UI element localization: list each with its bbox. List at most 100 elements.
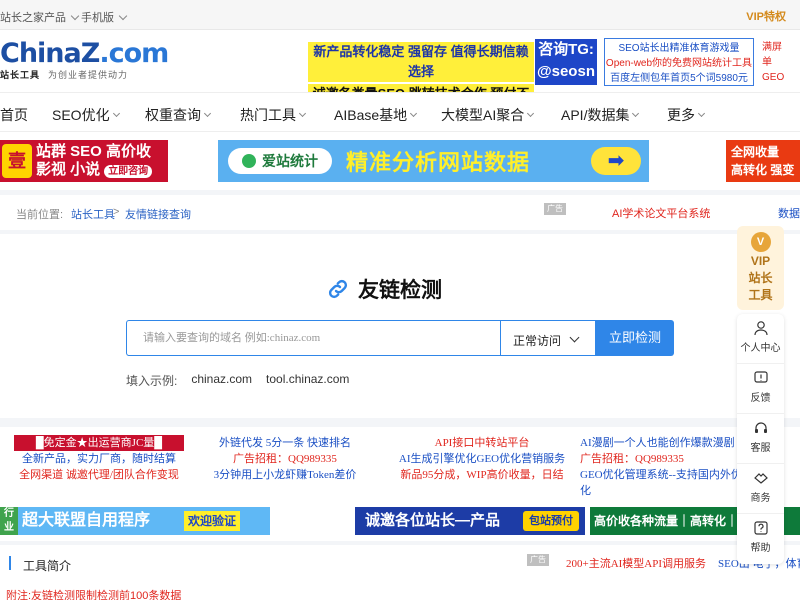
ai-paper-ad-link[interactable]: AI学术论文平台系统 <box>612 205 710 221</box>
feedback-button[interactable]: 反馈 <box>737 364 784 414</box>
help-icon <box>753 521 768 535</box>
site-logo[interactable]: ChinaZ.com <box>0 38 169 69</box>
chevron-down-icon <box>697 109 706 117</box>
ad-link[interactable]: 广告招租：QQ989335 <box>580 451 750 467</box>
tool-note: 附注:友链检测限制检测前100条数据 <box>6 590 182 600</box>
tg-contact-ad[interactable]: 咨询TG: @seosn <box>535 39 597 85</box>
access-mode-value: 正常访问 <box>513 334 562 348</box>
handshake-icon <box>753 473 768 484</box>
nav-item[interactable]: AIBase基地 <box>334 105 419 125</box>
profile-button[interactable]: 个人中心 <box>737 314 784 364</box>
banner-ad-seo[interactable]: 壹 站群 SEO 高价收 影视 小说 立即咨询 <box>0 140 168 182</box>
data-ad-link[interactable]: 数据 <box>778 205 800 221</box>
nav-item[interactable]: 首页 <box>0 105 28 125</box>
ad-link[interactable]: █免定金★出运营商JC量█ <box>14 435 184 451</box>
ad-link[interactable]: 全新产品，实力厂商，随时结算 <box>14 451 184 467</box>
banner-row: 壹 站群 SEO 高价收 影视 小说 立即咨询 爱站统计 精准分析网站数据 ➡ 全… <box>0 132 800 190</box>
chevron-down-icon <box>112 109 120 117</box>
chevron-down-icon <box>527 109 535 117</box>
nav-item[interactable]: 权重查询 <box>145 105 213 125</box>
header-ad-link[interactable]: Open-web你的免费网站统计工具 <box>605 56 753 71</box>
help-button[interactable]: 帮助 <box>737 514 784 564</box>
banner-ad-webmaster[interactable]: 诚邀各位站长—产品 包站预付 <box>355 507 585 535</box>
ad-link[interactable]: 200+主流AI模型API调用服务 <box>566 555 706 571</box>
chevron-down-icon <box>203 109 212 117</box>
business-button[interactable]: 商务 <box>737 464 784 514</box>
chevron-down-icon <box>298 109 307 117</box>
banner-text: 精准分析网站数据 <box>346 150 531 175</box>
side-dock: V VIP 站长 工具 个人中心 反馈 客服 商务 帮助 <box>737 226 784 564</box>
banner-text: 站群 SEO 高价收 <box>36 143 152 160</box>
banner-cta: 包站预付 <box>523 511 579 531</box>
banner-row-2: 行业 超大联盟自用程序 欢迎验证 诚邀各位站长—产品 包站预付 高价收各种流量｜… <box>0 501 800 541</box>
header-ad-link[interactable]: 单 <box>762 55 800 70</box>
ad-link[interactable]: API接口中转站平台 <box>382 435 582 451</box>
header-ad-link[interactable]: 满屏 <box>762 40 800 55</box>
ad-link[interactable]: 广告招租：QQ989335 <box>200 451 370 467</box>
example-link[interactable]: chinaz.com <box>191 372 252 389</box>
chevron-down-icon <box>632 109 640 117</box>
dock-label: 客服 <box>750 443 771 454</box>
tool-intro-section: 工具简介 广告 200+主流AI模型API调用服务 SEO出 电子，体育 附注:… <box>0 545 800 600</box>
main-nav: 首页 SEO优化 权重查询 热门工具 AIBase基地 大模型AI聚合 API/数据集 更多 <box>0 92 800 132</box>
ad-column: █免定金★出运营商JC量█ 全新产品，实力厂商，随时结算 全网渠道 诚邀代理/团… <box>14 435 184 483</box>
banner-text: 全网收量 <box>731 145 780 159</box>
mobile-menu[interactable]: 手机版 <box>81 9 129 25</box>
leaf-icon <box>242 154 256 168</box>
header-ad-link[interactable]: GEO <box>762 70 800 85</box>
breadcrumb-current-link[interactable]: 友情链接查询 <box>125 206 191 222</box>
detect-button[interactable]: 立即检测 <box>596 320 674 356</box>
nav-item-label: AIBase基地 <box>334 107 408 123</box>
breadcrumb-home-link[interactable]: 站长工具 <box>71 206 115 222</box>
banner-ad-traffic[interactable]: 全网收量 高转化 强变 <box>726 140 800 182</box>
nav-item-label: 首页 <box>0 107 28 123</box>
ad-link[interactable]: GEO优化管理系统--支持国内外优化 <box>580 467 750 499</box>
vip-tools-card[interactable]: V VIP 站长 工具 <box>737 226 784 310</box>
banner-ad-alliance[interactable]: 行业 超大联盟自用程序 欢迎验证 <box>0 507 270 535</box>
ad-link[interactable]: 新品95分成，WIP高价收量，日结 <box>382 467 582 483</box>
ad-link[interactable]: AI漫剧一个人也能创作爆款漫剧 <box>580 435 750 451</box>
logo-tagline: 站长工具 为创业者提供动力 <box>0 70 129 80</box>
nav-item-label: 权重查询 <box>145 107 201 123</box>
support-button[interactable]: 客服 <box>737 414 784 464</box>
header-ad-link[interactable]: 百度左侧包年首页5个词5980元 <box>605 71 753 86</box>
banner-tag: 行业 <box>0 507 18 535</box>
link-icon <box>328 279 348 299</box>
dock-label: 帮助 <box>750 543 771 554</box>
header-ad[interactable]: 新产品转化稳定 强留存 值得长期信赖选择 诚邀各类量SEO 跳转技术合作 预付不… <box>308 42 534 124</box>
section-accent-bar <box>9 556 11 570</box>
nav-item-label: 热门工具 <box>240 107 296 123</box>
nav-item-label: 大模型AI聚合 <box>441 107 525 123</box>
vip-card-text: VIP <box>750 254 771 268</box>
nav-item[interactable]: 大模型AI聚合 <box>441 105 536 125</box>
access-mode-select[interactable]: 正常访问 <box>500 320 596 356</box>
ad-link[interactable]: 全网渠道 诚邀代理/团队合作变现 <box>14 467 184 483</box>
dock-buttons: 个人中心 反馈 客服 商务 帮助 <box>737 314 784 564</box>
nav-item[interactable]: API/数据集 <box>561 105 641 125</box>
mobile-label: 手机版 <box>81 12 114 24</box>
example-link[interactable]: tool.chinaz.com <box>266 372 349 389</box>
consult-button[interactable]: 立即咨询 <box>104 165 153 178</box>
domain-input[interactable] <box>126 320 500 356</box>
page: 站长之家产品 手机版 VIP特权 ChinaZ.com 站长工具 为创业者提供动力… <box>0 0 800 600</box>
banner-ad-aizhan[interactable]: 爱站统计 精准分析网站数据 ➡ <box>218 140 649 182</box>
dock-label: 个人中心 <box>740 343 781 354</box>
banner-tag: 壹 <box>2 144 32 178</box>
nav-item[interactable]: SEO优化 <box>52 105 122 125</box>
ad-link[interactable]: AI生成引擎优化GEO优化营销服务 <box>382 451 582 467</box>
tool-title-text: 友链检测 <box>358 279 442 302</box>
nav-item[interactable]: 热门工具 <box>240 105 308 125</box>
ad-badge: 广告 <box>527 554 549 566</box>
examples-label: 填入示例: <box>126 374 178 388</box>
vip-card-text: 站长 <box>748 271 773 285</box>
header-ad-link[interactable]: SEO站长出精准体育游戏量 <box>605 41 753 56</box>
vip-link[interactable]: VIP特权 <box>746 8 786 24</box>
products-menu[interactable]: 站长之家产品 <box>0 9 81 25</box>
ad-link[interactable]: 3分钟用上小龙虾赚Token差价 <box>200 467 370 483</box>
header: ChinaZ.com 站长工具 为创业者提供动力 新产品转化稳定 强留存 值得长期… <box>0 30 800 124</box>
nav-item[interactable]: 更多 <box>667 105 707 125</box>
text-ads: █免定金★出运营商JC量█ 全新产品，实力厂商，随时结算 全网渠道 诚邀代理/团… <box>0 427 800 501</box>
top-bar: 站长之家产品 手机版 VIP特权 <box>0 0 800 30</box>
ad-link[interactable]: 外链代发 5分一条 快速排名 <box>200 435 370 451</box>
aizhan-brand: 爱站统计 <box>228 148 332 174</box>
